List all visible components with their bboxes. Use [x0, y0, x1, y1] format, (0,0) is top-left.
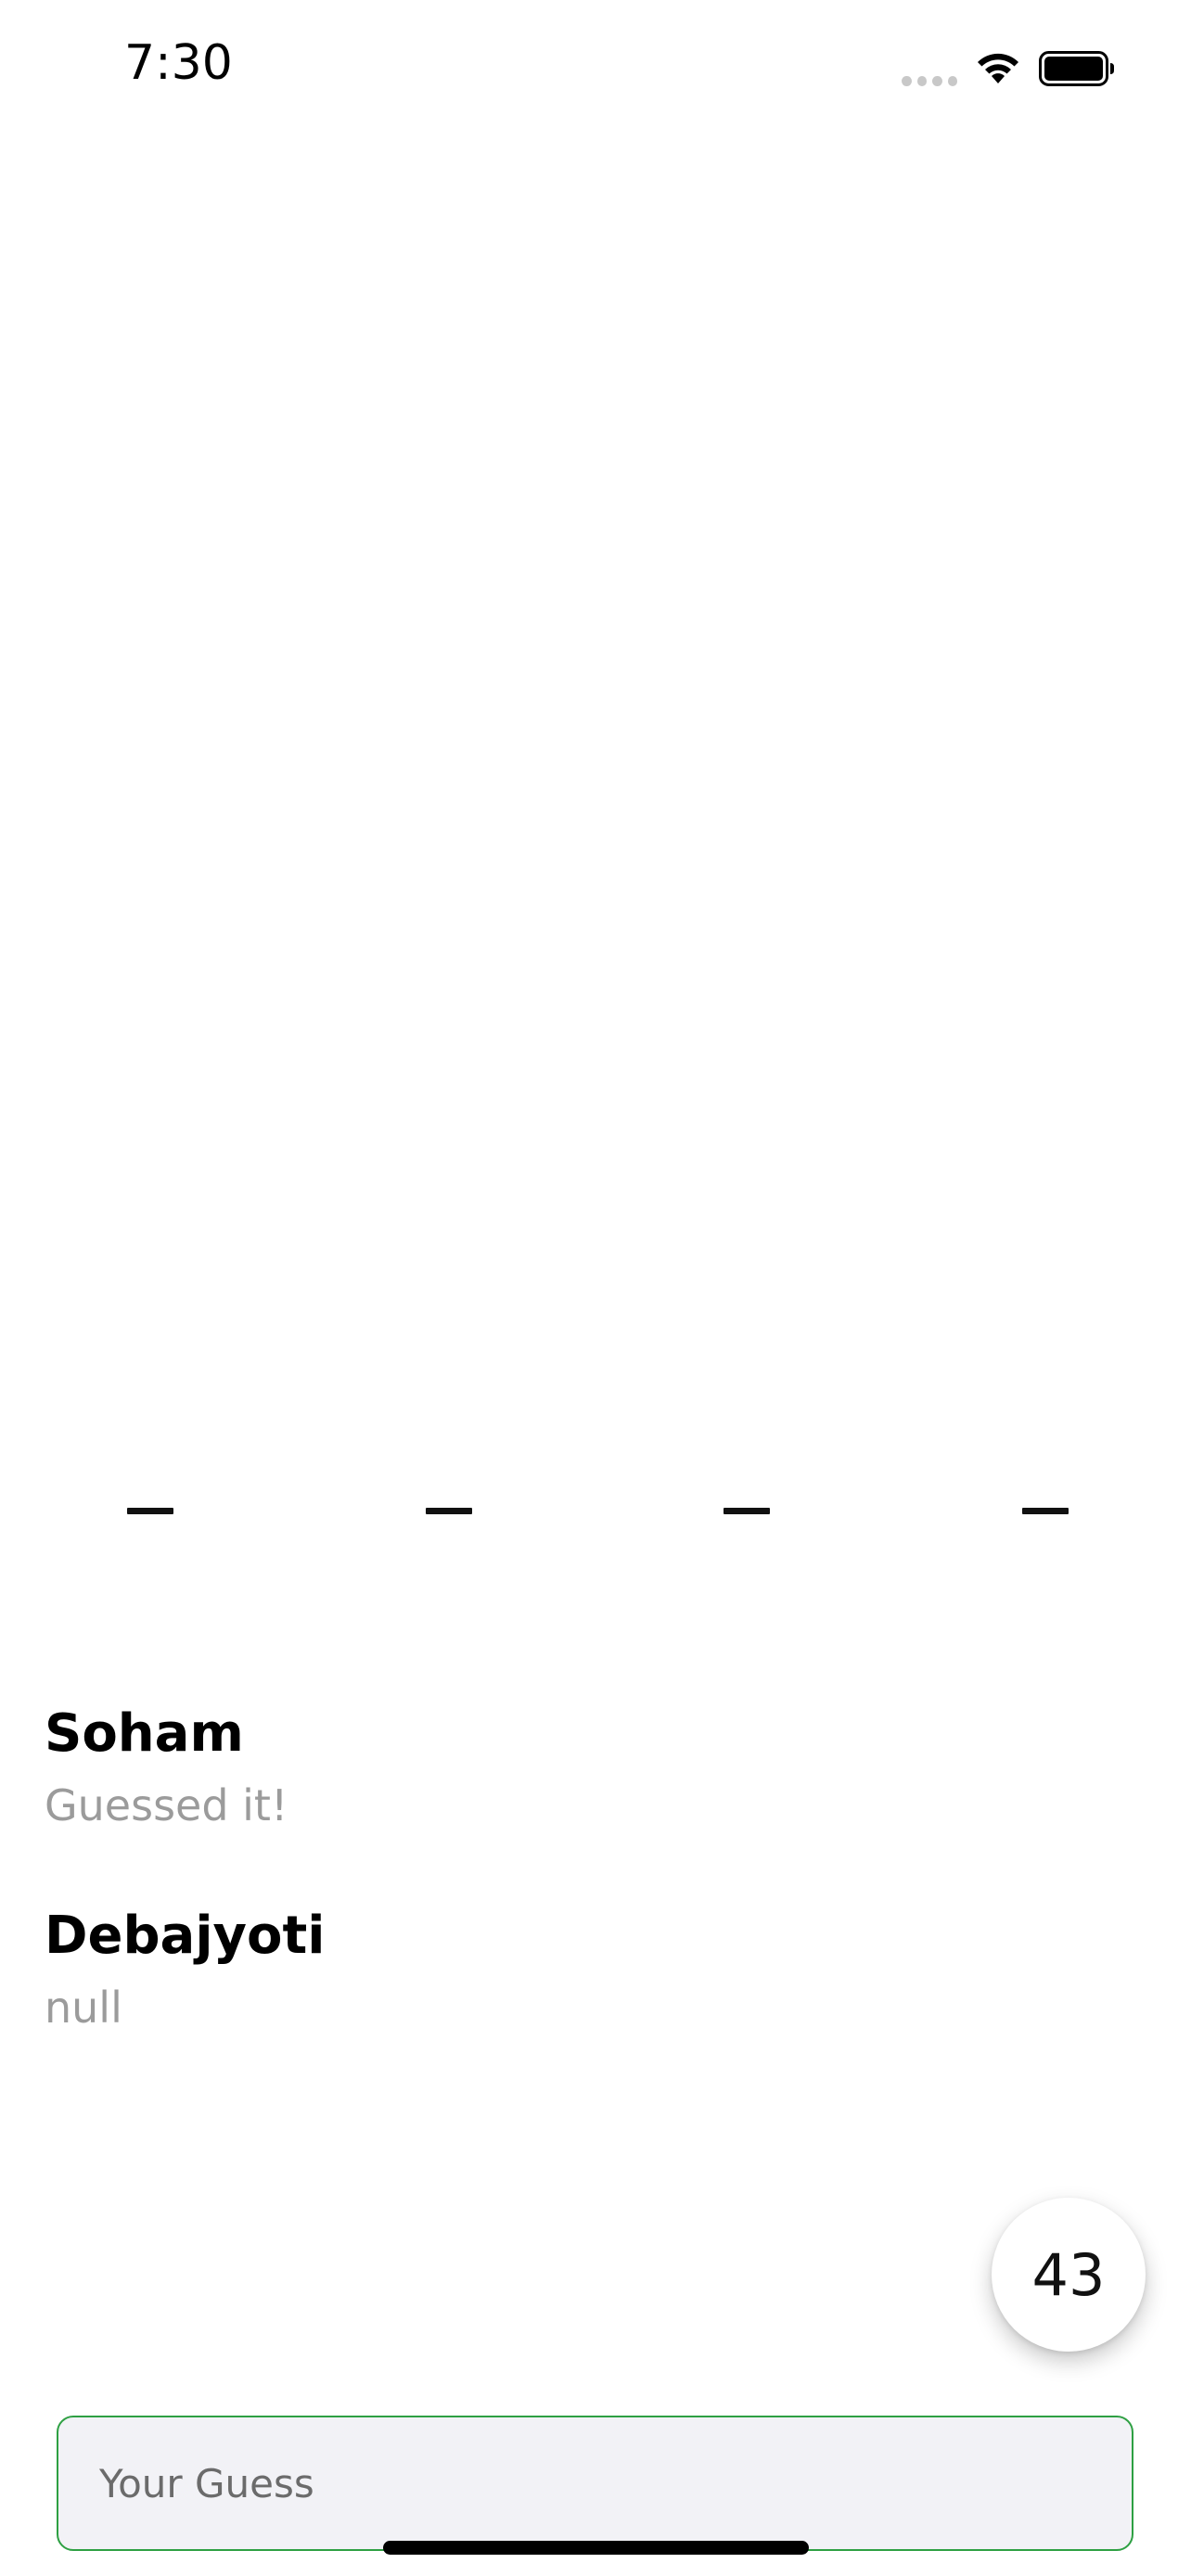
letter-blank	[1022, 1508, 1069, 1514]
letter-blank	[127, 1508, 173, 1514]
guess-input[interactable]	[99, 2417, 1082, 2549]
player-list: Soham Guessed it! Debajyoti null	[45, 1697, 1148, 2101]
timer-value: 43	[1031, 2240, 1106, 2309]
player-item: Soham Guessed it!	[45, 1697, 1148, 1899]
status-time: 7:30	[124, 35, 233, 91]
player-name: Soham	[45, 1703, 244, 1764]
letter-blank	[426, 1508, 472, 1514]
player-status: null	[45, 1983, 122, 2033]
letter-blank	[724, 1508, 770, 1514]
player-status: Guessed it!	[45, 1780, 288, 1830]
word-blanks	[0, 1500, 1191, 1528]
player-item: Debajyoti null	[45, 1899, 1148, 2101]
battery-icon	[1039, 51, 1114, 86]
game-screen: 7:30 Soham Guessed it! Debajyoti null 43…	[0, 0, 1191, 2576]
countdown-timer: 43	[992, 2198, 1146, 2352]
cellular-signal-icon	[902, 74, 957, 87]
wifi-icon	[978, 53, 1018, 83]
status-bar: 7:30	[0, 0, 1191, 139]
guess-field[interactable]	[57, 2416, 1133, 2551]
player-name: Debajyoti	[45, 1906, 326, 1966]
home-indicator	[383, 2541, 809, 2555]
